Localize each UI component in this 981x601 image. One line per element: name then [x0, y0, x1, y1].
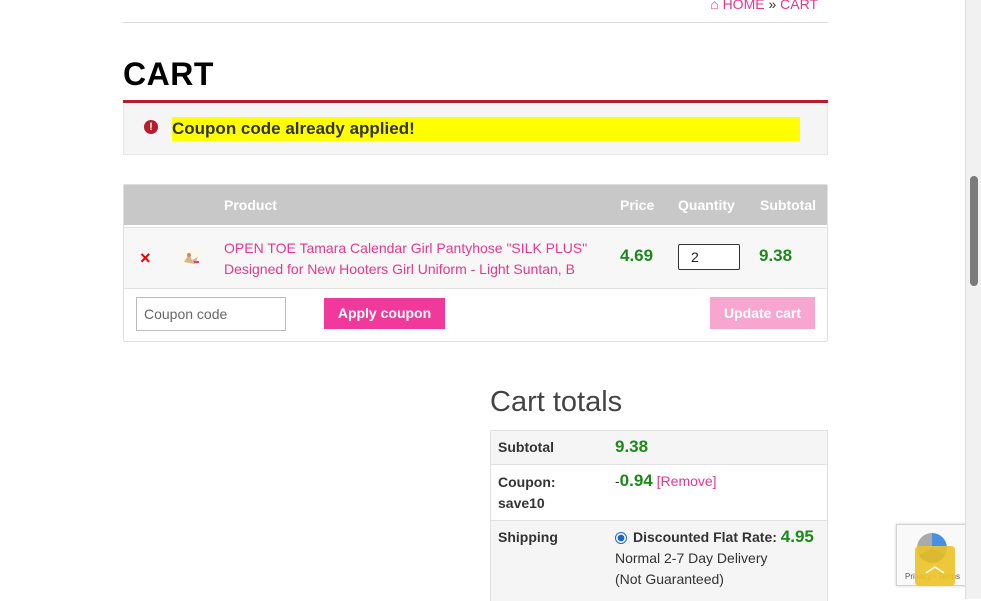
page-scrollbar[interactable]: [965, 0, 981, 599]
table-header: Product Price Quantity Subtotal: [124, 185, 827, 225]
divider: [123, 22, 828, 23]
product-name-line2[interactable]: Designed for New Hooters Girl Uniform - …: [224, 259, 604, 280]
notice-message: Coupon code already applied!: [172, 117, 800, 141]
breadcrumb-home[interactable]: HOME: [723, 0, 765, 12]
home-icon[interactable]: ⌂: [710, 0, 718, 12]
product-thumbnail[interactable]: [180, 248, 202, 268]
table-row: × OPEN TOE Tamara Calendar Girl Pantyhos…: [124, 227, 827, 289]
totals-row-subtotal: Subtotal 9.38: [491, 431, 827, 465]
coupon-code-input[interactable]: Coupon code: [136, 297, 286, 331]
scroll-to-top-button[interactable]: ︿: [915, 546, 955, 586]
cart-totals-table: Subtotal 9.38 Coupon: save10 -0.94 [Remo…: [490, 430, 828, 601]
cart-table: Product Price Quantity Subtotal × OPEN T…: [123, 184, 828, 342]
product-name-link[interactable]: OPEN TOE Tamara Calendar Girl Pantyhose …: [224, 238, 604, 280]
error-notice: ! Coupon code already applied!: [123, 103, 828, 155]
cart-totals-title: Cart totals: [490, 386, 623, 418]
coupon-label-line1: Coupon:: [498, 474, 556, 490]
shipping-method: Discounted Flat Rate:: [633, 529, 777, 545]
coupon-label-line2: save10: [498, 495, 545, 511]
breadcrumb-separator: »: [768, 0, 777, 12]
scrollbar-thumb[interactable]: [970, 176, 978, 286]
page-title: CART: [123, 56, 214, 92]
breadcrumb-current[interactable]: CART: [780, 0, 818, 12]
coupon-value: -0.94 [Remove]: [615, 470, 717, 492]
item-price: 4.69: [620, 246, 654, 265]
apply-coupon-button[interactable]: Apply coupon: [324, 298, 445, 329]
coupon-amount: 0.94: [619, 471, 653, 490]
header-quantity: Quantity: [678, 197, 735, 213]
shipping-options: Discounted Flat Rate: 4.95 Normal 2-7 Da…: [615, 526, 825, 590]
breadcrumb: ⌂ HOME » CART: [710, 0, 818, 12]
shipping-label: Shipping: [498, 529, 558, 545]
remove-coupon-link[interactable]: [Remove]: [657, 473, 717, 489]
alert-icon: !: [144, 120, 158, 134]
header-product: Product: [224, 197, 277, 213]
shipping-radio[interactable]: [615, 532, 627, 545]
header-subtotal: Subtotal: [760, 197, 816, 213]
totals-row-coupon: Coupon: save10 -0.94 [Remove]: [491, 465, 827, 521]
totals-row-shipping: Shipping Discounted Flat Rate: 4.95 Norm…: [491, 521, 827, 601]
shipping-note-line2: (Not Guaranteed): [615, 571, 724, 587]
coupon-label: Coupon: save10: [498, 472, 556, 514]
remove-item-icon[interactable]: ×: [140, 248, 151, 269]
product-name-line1[interactable]: OPEN TOE Tamara Calendar Girl Pantyhose …: [224, 238, 604, 259]
subtotal-label: Subtotal: [498, 439, 554, 455]
header-price: Price: [620, 197, 655, 213]
item-subtotal: 9.38: [759, 246, 793, 265]
cart-actions: Coupon code Apply coupon Update cart: [124, 289, 827, 341]
chevron-up-icon: ︿: [925, 555, 945, 577]
shipping-note-line1: Normal 2-7 Day Delivery: [615, 550, 768, 566]
update-cart-button[interactable]: Update cart: [710, 297, 815, 329]
quantity-input[interactable]: 2: [678, 244, 740, 270]
subtotal-value: 9.38: [615, 437, 649, 456]
shipping-value: 4.95: [780, 527, 814, 546]
